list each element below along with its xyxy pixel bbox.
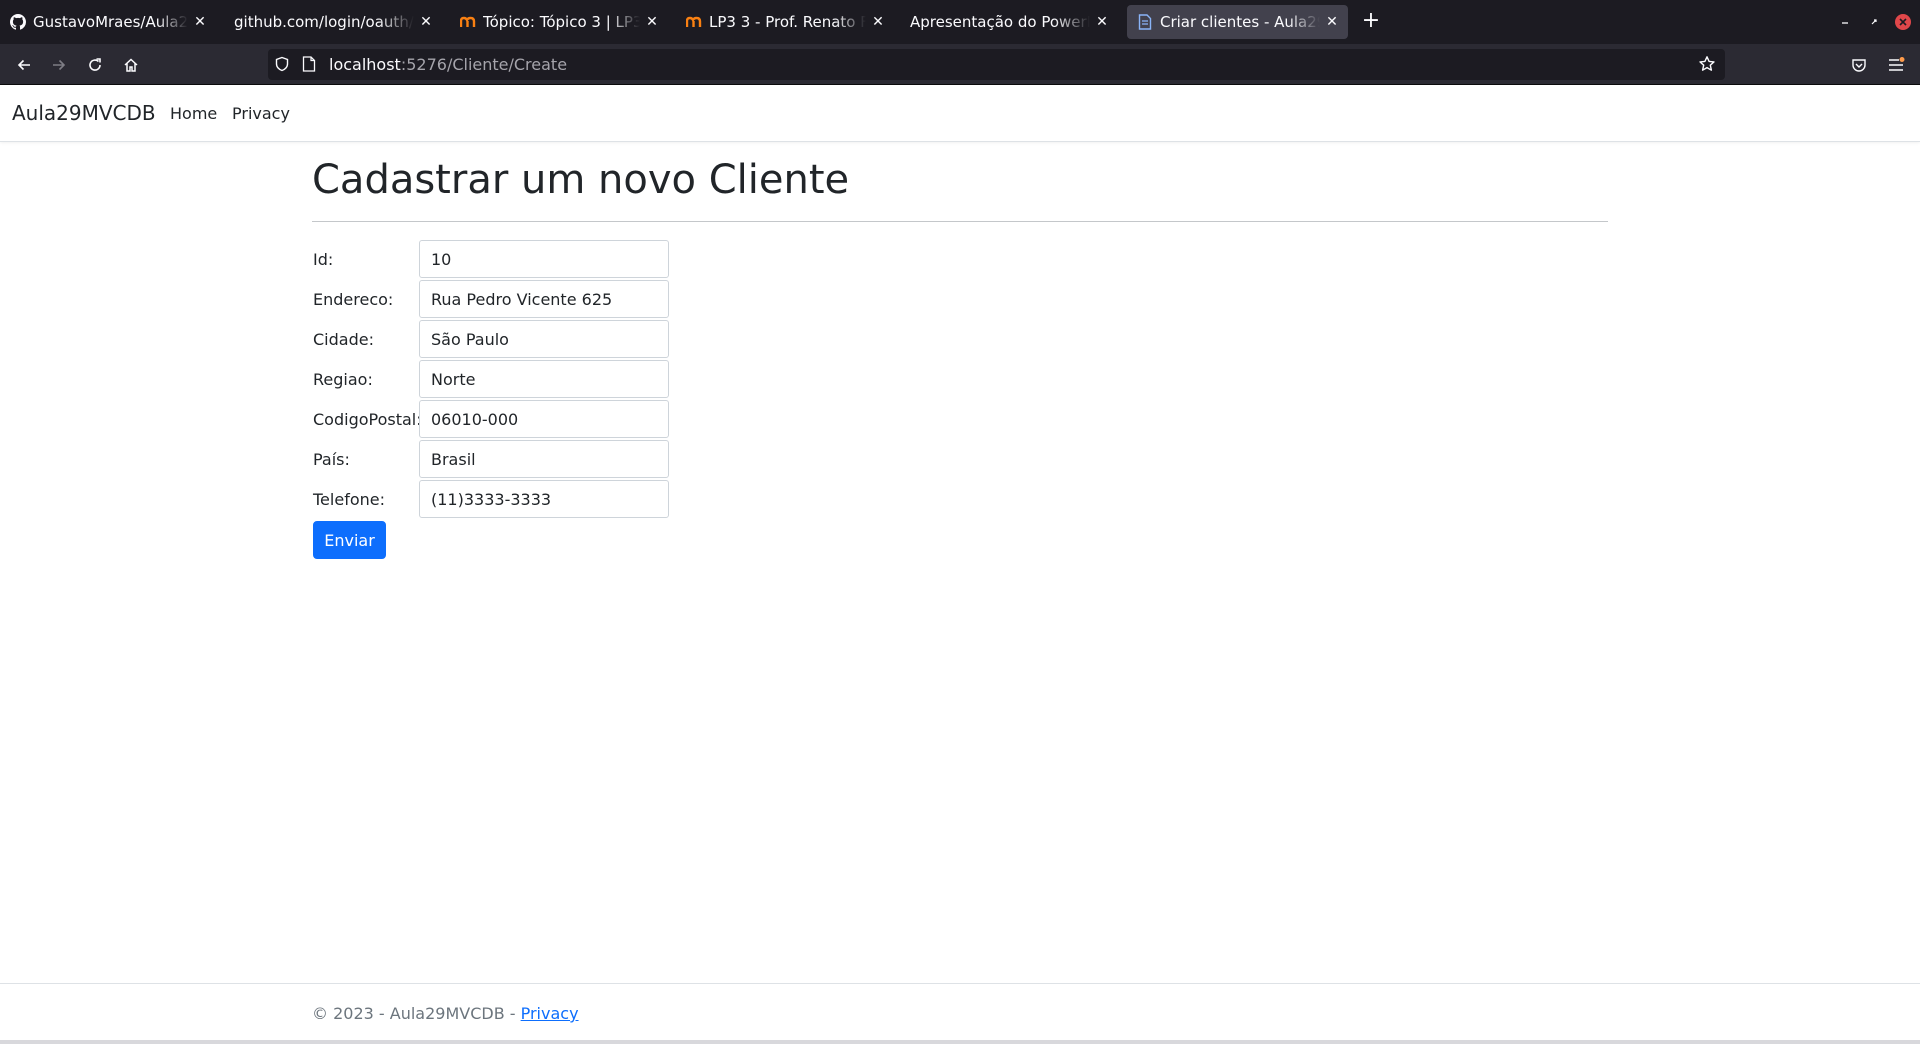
browser-tab-bar: GustavoMraes/Aula29MVCDB ✕ github.com/lo… xyxy=(0,0,1920,44)
close-tab-icon[interactable]: ✕ xyxy=(192,14,208,30)
url-host: localhost xyxy=(329,55,401,74)
tab-title: LP3 3 - Prof. Renato Fernandes xyxy=(709,13,866,31)
close-tab-icon[interactable]: ✕ xyxy=(1324,14,1340,30)
endereco-label: Endereco: xyxy=(313,290,394,309)
close-window-icon[interactable] xyxy=(1893,12,1913,32)
new-tab-button[interactable]: + xyxy=(1357,7,1385,37)
pais-label: País: xyxy=(313,450,350,469)
shield-icon[interactable] xyxy=(274,56,290,76)
title-divider xyxy=(312,221,1608,222)
restore-window-icon[interactable] xyxy=(1864,12,1884,32)
footer: © 2023 - Aula29MVCDB - Privacy xyxy=(312,1004,579,1023)
tab-title: Apresentação do PowerPoint xyxy=(910,13,1090,31)
window-bottom-edge xyxy=(0,1040,1920,1044)
endereco-field[interactable] xyxy=(419,280,669,318)
tab-title: Criar clientes - Aula29MVCDB xyxy=(1160,13,1320,31)
tab-powerpoint[interactable]: Apresentação do PowerPoint ✕ xyxy=(900,5,1118,39)
id-field[interactable] xyxy=(419,240,669,278)
site-navbar: Aula29MVCDB Home Privacy xyxy=(0,85,1920,142)
footer-divider xyxy=(0,983,1920,984)
github-icon xyxy=(10,14,26,30)
forward-arrow-icon[interactable] xyxy=(47,53,71,77)
codigo-postal-label: CodigoPostal: xyxy=(313,410,422,429)
bookmark-star-icon[interactable] xyxy=(1698,55,1716,77)
close-tab-icon[interactable]: ✕ xyxy=(644,14,660,30)
brand-link[interactable]: Aula29MVCDB xyxy=(12,101,156,125)
url-path: :5276/Cliente/Create xyxy=(400,55,568,74)
moodle-icon xyxy=(460,14,476,30)
cidade-field[interactable] xyxy=(419,320,669,358)
tab-github-oauth[interactable]: github.com/login/oauth/authorize ✕ xyxy=(224,5,442,39)
nav-link-home[interactable]: Home xyxy=(170,104,217,123)
cidade-label: Cidade: xyxy=(313,330,374,349)
moodle-icon xyxy=(686,14,702,30)
close-tab-icon[interactable]: ✕ xyxy=(418,14,434,30)
back-arrow-icon[interactable] xyxy=(12,53,36,77)
pocket-icon[interactable] xyxy=(1847,53,1871,77)
submit-button[interactable]: Enviar xyxy=(313,521,386,559)
address-bar[interactable]: localhost:5276/Cliente/Create xyxy=(268,49,1725,80)
telefone-label: Telefone: xyxy=(313,490,385,509)
footer-text: © 2023 - Aula29MVCDB - xyxy=(312,1004,521,1023)
tab-title: GustavoMraes/Aula29MVCDB xyxy=(33,13,188,31)
footer-privacy-link[interactable]: Privacy xyxy=(521,1004,579,1023)
reload-icon[interactable] xyxy=(83,53,107,77)
close-tab-icon[interactable]: ✕ xyxy=(1094,14,1110,30)
nav-link-privacy[interactable]: Privacy xyxy=(232,104,290,123)
codigo-postal-field[interactable] xyxy=(419,400,669,438)
regiao-field[interactable] xyxy=(419,360,669,398)
page-info-icon[interactable] xyxy=(302,56,316,76)
tab-moodle-lp3[interactable]: LP3 3 - Prof. Renato Fernandes ✕ xyxy=(676,5,894,39)
id-label: Id: xyxy=(313,250,334,269)
tab-criar-clientes[interactable]: Criar clientes - Aula29MVCDB ✕ xyxy=(1127,5,1348,39)
close-tab-icon[interactable]: ✕ xyxy=(870,14,886,30)
tab-title: Tópico: Tópico 3 | LP3 3 xyxy=(483,13,640,31)
regiao-label: Regiao: xyxy=(313,370,373,389)
tab-moodle-topico[interactable]: Tópico: Tópico 3 | LP3 3 ✕ xyxy=(450,5,668,39)
pais-field[interactable] xyxy=(419,440,669,478)
home-icon[interactable] xyxy=(119,53,143,77)
tab-title: github.com/login/oauth/authorize xyxy=(234,13,414,31)
telefone-field[interactable] xyxy=(419,480,669,518)
page-title: Cadastrar um novo Cliente xyxy=(312,157,850,203)
url-text[interactable]: localhost:5276/Cliente/Create xyxy=(329,55,567,74)
browser-toolbar: localhost:5276/Cliente/Create xyxy=(0,44,1920,85)
page-icon xyxy=(1137,14,1153,30)
tab-github-repo[interactable]: GustavoMraes/Aula29MVCDB ✕ xyxy=(0,5,216,39)
minimize-window-icon[interactable] xyxy=(1835,12,1855,32)
menu-icon[interactable] xyxy=(1884,53,1908,77)
